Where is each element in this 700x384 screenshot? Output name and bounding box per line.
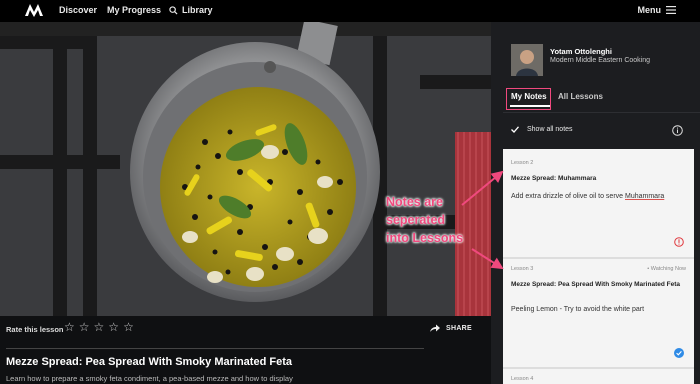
note-text-part: Add extra drizzle of olive oil to serve [511,193,625,200]
divider [503,112,700,113]
note-text-misspelled: Muhammara [625,193,665,200]
share-label: SHARE [446,324,473,332]
star-icon[interactable]: ☆ [123,321,134,333]
lesson-description: Learn how to prepare a smoky feta condim… [6,374,293,383]
annotation-line: into Lessons [386,231,464,245]
nav-my-progress[interactable]: My Progress [107,5,161,15]
note-separator [503,367,694,369]
annotation-callout: Notes are seperated into Lessons [386,193,496,247]
note-text[interactable]: Peeling Lemon - Try to avoid the white p… [511,304,686,315]
instructor-avatar [511,44,543,76]
show-all-label: Show all notes [527,126,573,133]
show-all-notes-toggle[interactable]: Show all notes [511,126,573,133]
annotation-line: seperated [386,213,446,227]
nav-library[interactable]: Library [169,5,213,15]
video-frame-image [0,22,491,316]
info-icon[interactable] [672,125,683,136]
course-name: Modern Middle Eastern Cooking [550,57,650,64]
checkmark-icon [511,126,519,133]
star-icon[interactable]: ☆ [108,321,119,333]
notes-panel: Yotam Ottolenghi Modern Middle Eastern C… [491,22,700,384]
note-separator [503,257,694,259]
star-icon[interactable]: ☆ [94,321,105,333]
lesson-title: Mezze Spread: Pea Spread With Smoky Mari… [6,356,292,368]
note-text[interactable]: Add extra drizzle of olive oil to serve … [511,191,686,202]
note-lesson-number: Lesson 2 [511,160,534,166]
annotation-highlight-box [506,88,551,110]
instructor-name: Yotam Ottolenghi [550,47,612,56]
nav-library-label: Library [182,5,213,15]
note-lesson-number: Lesson 3 [511,266,534,272]
divider [6,348,424,349]
star-icon[interactable]: ☆ [64,321,75,333]
share-arrow-icon [430,324,440,332]
hamburger-icon [666,6,676,14]
top-nav-bar: Discover My Progress Library Menu [0,0,700,22]
menu-label: Menu [637,5,662,15]
search-icon [169,5,178,15]
menu-button[interactable]: Menu [637,5,676,15]
rating-stars[interactable]: ☆ ☆ ☆ ☆ ☆ [64,321,134,333]
share-button[interactable]: SHARE [430,324,472,332]
error-icon[interactable] [674,237,684,247]
watching-now-badge: • Watching Now [647,266,686,272]
saved-check-icon [674,348,684,358]
note-lesson-title[interactable]: Mezze Spread: Pea Spread With Smoky Mari… [511,280,686,289]
lesson-info: Rate this lesson ☆ ☆ ☆ ☆ ☆ SHARE Mezze Sprea… [0,316,491,384]
rate-lesson-label: Rate this lesson [6,325,64,334]
star-icon[interactable]: ☆ [79,321,90,333]
note-lesson-number: Lesson 4 [511,376,534,382]
nav-discover[interactable]: Discover [59,5,97,15]
lesson-video-player[interactable] [0,22,491,316]
note-lesson-title[interactable]: Mezze Spread: Muhammara [511,174,686,183]
masterclass-logo-icon[interactable] [24,3,44,17]
notes-list: Lesson 2 Mezze Spread: Muhammara Add ext… [503,149,694,384]
annotation-line: Notes are [386,195,443,209]
tab-all-lessons[interactable]: All Lessons [558,92,603,101]
